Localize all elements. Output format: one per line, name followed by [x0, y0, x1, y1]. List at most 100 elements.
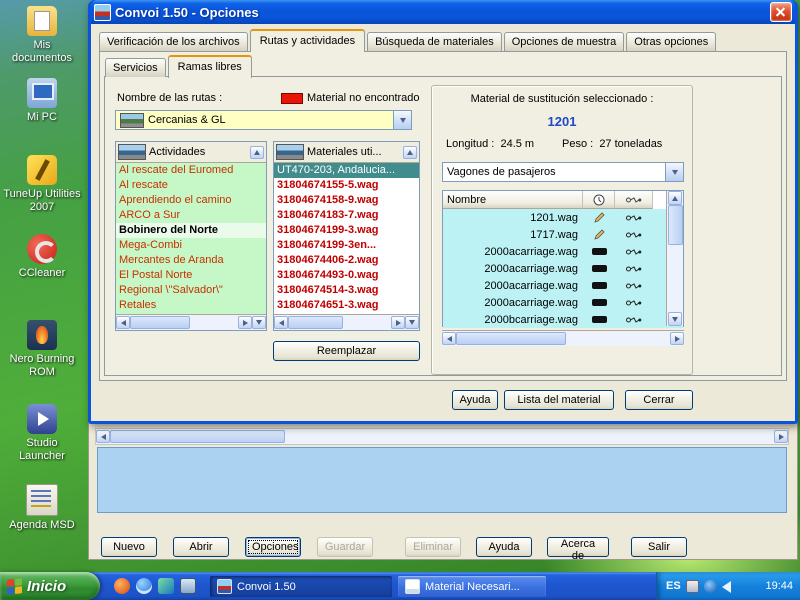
scroll-down-button[interactable] — [405, 316, 419, 329]
tab-otras-opciones[interactable]: Otras opciones — [626, 32, 716, 51]
horizontal-scrollbar[interactable] — [95, 428, 789, 445]
scrollbar-thumb[interactable] — [110, 430, 285, 443]
taskbar-task-material-necesario[interactable]: Material Necesari... — [398, 576, 546, 597]
taskbar-task-convoi[interactable]: Convoi 1.50 — [210, 576, 392, 597]
abrir-button[interactable]: Abrir — [173, 537, 229, 557]
desktop-icon-ccleaner[interactable]: CCleaner — [2, 234, 82, 280]
activity-item[interactable]: Mercantes de Aranda — [116, 253, 266, 268]
material-item[interactable]: 31804674199-3en... — [274, 238, 419, 253]
activity-item[interactable]: El Postal Norte — [116, 268, 266, 283]
ayuda-button[interactable]: Ayuda — [476, 537, 532, 557]
scroll-up-button[interactable] — [250, 146, 264, 159]
material-item[interactable]: 31804674406-2.wag — [274, 253, 419, 268]
language-indicator[interactable]: ES — [666, 580, 681, 592]
dialog-titlebar[interactable]: Convoi 1.50 - Opciones — [91, 0, 795, 24]
scroll-right-button[interactable] — [774, 430, 788, 443]
route-combobox[interactable]: Cercanias & GL — [115, 110, 412, 130]
material-item[interactable]: 31804674651-3.wag — [274, 298, 419, 313]
materials-horizontal-scrollbar[interactable] — [274, 314, 419, 330]
grid-row[interactable]: 2000acarriage.wag — [443, 260, 683, 277]
column-header-clock-icon[interactable] — [583, 191, 615, 209]
grid-row[interactable]: 1201.wag — [443, 209, 683, 226]
tab-busqueda-materiales[interactable]: Búsqueda de materiales — [367, 32, 502, 51]
tab-rutas-actividades[interactable]: Rutas y actividades — [250, 29, 365, 52]
keyboard-layout-icon[interactable] — [686, 580, 699, 593]
dialog-ayuda-button[interactable]: Ayuda — [452, 390, 498, 410]
category-combobox[interactable]: Vagones de pasajeros — [442, 162, 684, 182]
scroll-down-button[interactable] — [252, 316, 266, 329]
tab-verificacion-archivos[interactable]: Verificación de los archivos — [99, 32, 248, 51]
grid-row[interactable]: 2000acarriage.wag — [443, 277, 683, 294]
desktop-icon-agenda-msd[interactable]: Agenda MSD — [2, 484, 82, 532]
salir-button[interactable]: Salir — [631, 537, 687, 557]
grid-horizontal-scrollbar[interactable] — [442, 330, 684, 346]
scrollbar-thumb[interactable] — [668, 205, 683, 245]
quicklaunch-ie-icon[interactable] — [136, 578, 152, 594]
safely-remove-icon[interactable] — [704, 580, 717, 593]
activity-item-selected[interactable]: Bobinero del Norte — [116, 223, 266, 238]
scroll-up-button[interactable] — [403, 146, 417, 159]
scrollbar-thumb[interactable] — [130, 316, 190, 329]
tab-ramas-libres[interactable]: Ramas libres — [168, 55, 252, 78]
lista-del-material-button[interactable]: Lista del material — [504, 390, 614, 410]
quicklaunch-media-icon[interactable] — [114, 578, 130, 594]
activity-item[interactable]: Retales — [116, 298, 266, 313]
scroll-left-button[interactable] — [442, 332, 456, 345]
grid-row[interactable]: 2000bcarriage.wag — [443, 311, 683, 328]
grid-row[interactable]: 1717.wag — [443, 226, 683, 243]
activity-item[interactable]: Mega-Combi — [116, 238, 266, 253]
scroll-left-button[interactable] — [274, 316, 288, 329]
guardar-button[interactable]: Guardar — [317, 537, 373, 557]
activity-item[interactable]: ARCO a Sur — [116, 208, 266, 223]
tab-opciones-muestra[interactable]: Opciones de muestra — [504, 32, 625, 51]
scrollbar-thumb[interactable] — [288, 316, 343, 329]
scroll-right-button[interactable] — [238, 316, 252, 329]
scroll-down-button[interactable] — [668, 312, 682, 326]
nuevo-button[interactable]: Nuevo — [101, 537, 157, 557]
desktop-icon-nero[interactable]: Nero Burning ROM — [2, 320, 82, 379]
column-header-coupler-icon[interactable] — [615, 191, 653, 209]
material-item[interactable]: 31804674155-5.wag — [274, 178, 419, 193]
desktop-icon-mis-documentos[interactable]: Mis documentos — [2, 6, 82, 65]
start-button[interactable]: Inicio — [0, 572, 100, 600]
grid-row[interactable]: 2000acarriage.wag — [443, 243, 683, 260]
eliminar-button[interactable]: Eliminar — [405, 537, 461, 557]
volume-icon[interactable] — [722, 581, 731, 593]
quicklaunch-msn-icon[interactable] — [158, 578, 174, 594]
activities-horizontal-scrollbar[interactable] — [116, 314, 266, 330]
scrollbar-thumb[interactable] — [456, 332, 566, 345]
activity-item[interactable]: Al rescate — [116, 178, 266, 193]
cerrar-button[interactable]: Cerrar — [625, 390, 693, 410]
scroll-up-button[interactable] — [668, 191, 682, 205]
material-item[interactable]: 31804674493-0.wag — [274, 268, 419, 283]
opciones-button[interactable]: Opciones — [245, 537, 301, 557]
material-item[interactable]: 31804674514-3.wag — [274, 283, 419, 298]
activity-item[interactable]: Al rescate del Euromed — [116, 163, 266, 178]
material-item[interactable]: 31804674183-7.wag — [274, 208, 419, 223]
dropdown-arrow-icon[interactable] — [393, 111, 411, 129]
material-item[interactable]: 31804674199-3.wag — [274, 223, 419, 238]
scroll-left-button[interactable] — [96, 430, 110, 443]
taskbar-clock[interactable]: 19:44 — [765, 580, 793, 592]
activities-header[interactable]: Actividades — [116, 142, 266, 163]
activity-item[interactable]: Aprendiendo el camino — [116, 193, 266, 208]
tab-servicios[interactable]: Servicios — [105, 58, 166, 77]
scroll-right-button[interactable] — [391, 316, 405, 329]
material-item-selected[interactable]: UT470-203, Andalucia... — [274, 163, 419, 178]
dropdown-arrow-icon[interactable] — [665, 163, 683, 181]
close-icon[interactable] — [770, 2, 792, 22]
column-header-nombre[interactable]: Nombre — [443, 191, 583, 209]
scroll-left-button[interactable] — [116, 316, 130, 329]
reemplazar-button[interactable]: Reemplazar — [273, 341, 420, 361]
quicklaunch-show-desktop-icon[interactable] — [180, 578, 196, 594]
material-item[interactable]: 31804674158-9.wag — [274, 193, 419, 208]
activity-item[interactable]: Regional \"Salvador\" — [116, 283, 266, 298]
desktop-icon-mi-pc[interactable]: Mi PC — [2, 78, 82, 124]
acerca-de-button[interactable]: Acerca de — [547, 537, 609, 557]
desktop-icon-studio-launcher[interactable]: Studio Launcher — [2, 404, 82, 463]
desktop-icon-tuneup[interactable]: TuneUp Utilities 2007 — [2, 155, 82, 214]
grid-vertical-scrollbar[interactable] — [666, 191, 683, 326]
materials-header[interactable]: Materiales uti... — [274, 142, 419, 163]
grid-row[interactable]: 2000acarriage.wag — [443, 294, 683, 311]
scroll-right-button[interactable] — [670, 332, 684, 345]
